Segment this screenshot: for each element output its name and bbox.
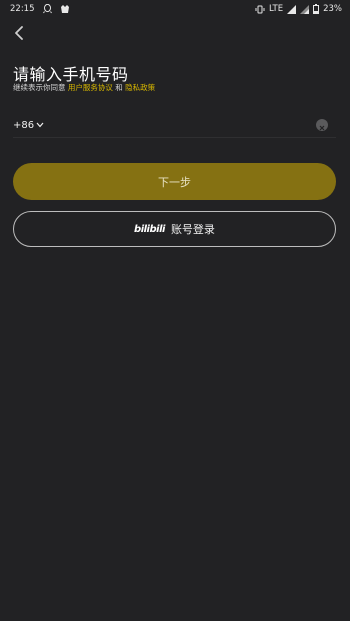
chevron-left-icon <box>14 25 24 44</box>
country-code-selector[interactable]: +86 <box>13 120 44 131</box>
status-bar: 22:15 LTE 23% <box>0 0 350 18</box>
status-bar-right: LTE 23% <box>255 4 350 14</box>
notification-app-icon <box>60 4 70 14</box>
bilibili-logo-icon: bilibili <box>134 223 165 235</box>
phone-number-input[interactable] <box>52 114 316 136</box>
status-bar-left: 22:15 <box>0 4 70 14</box>
close-icon <box>319 116 325 135</box>
chevron-down-icon <box>36 120 44 131</box>
user-agreement-link[interactable]: 用户服务协议 <box>68 83 113 92</box>
battery-icon <box>313 4 320 14</box>
signal-icon <box>287 4 297 14</box>
agreement-notice: 继续表示你同意 用户服务协议 和 隐私政策 <box>13 82 155 93</box>
phone-input-row: +86 <box>13 113 336 138</box>
battery-percent: 23% <box>323 4 342 14</box>
clear-input-button[interactable] <box>316 119 328 131</box>
network-type: LTE <box>268 4 284 14</box>
agreement-prefix: 继续表示你同意 <box>13 83 68 92</box>
privacy-policy-link[interactable]: 隐私政策 <box>125 83 155 92</box>
signal-icon-secondary <box>300 4 310 14</box>
qq-icon <box>42 4 52 14</box>
country-code-value: +86 <box>13 119 35 131</box>
next-step-button[interactable]: 下一步 <box>13 163 336 200</box>
account-login-label: 账号登录 <box>170 223 215 236</box>
agreement-and: 和 <box>112 83 126 92</box>
back-button[interactable] <box>10 25 28 43</box>
account-login-button[interactable]: bilibili 账号登录 <box>13 211 336 247</box>
status-time: 22:15 <box>10 4 35 14</box>
vibrate-icon <box>255 5 265 14</box>
